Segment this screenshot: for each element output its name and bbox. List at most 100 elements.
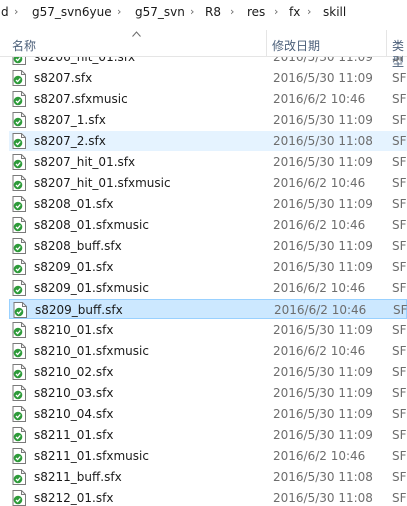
- breadcrumb-item-g57-svn6yue[interactable]: g57_svn6yue: [32, 4, 112, 20]
- file-name: s8210_02.sfx: [34, 365, 114, 379]
- sfx-file-icon: [12, 70, 26, 86]
- file-name: s8207_hit_01.sfxmusic: [34, 176, 171, 190]
- file-type: SF: [392, 386, 407, 400]
- breadcrumb-separator[interactable]: ›: [190, 4, 194, 20]
- breadcrumb-item-res[interactable]: res: [247, 4, 265, 20]
- file-row[interactable]: s8211_buff.sfx 2016/5/30 11:08 SF: [9, 467, 407, 487]
- sfx-file-icon: [12, 133, 26, 149]
- file-name: s8210_03.sfx: [34, 386, 114, 400]
- file-row[interactable]: s8207.sfxmusic 2016/6/2 10:46 SF: [9, 89, 407, 109]
- breadcrumb-item-g57-svn[interactable]: g57_svn: [135, 4, 185, 20]
- file-type: SF: [392, 218, 407, 232]
- file-name: s8212_01.sfx: [34, 491, 114, 505]
- column-divider[interactable]: [266, 30, 267, 56]
- file-type: SF: [392, 281, 407, 295]
- file-modified-date: 2016/5/30 11:08: [273, 470, 373, 484]
- sfx-file-icon: [13, 302, 27, 318]
- file-row[interactable]: s8210_03.sfx 2016/5/30 11:09 SF: [9, 383, 407, 403]
- file-modified-date: 2016/6/2 10:46: [273, 281, 366, 295]
- file-row[interactable]: s8211_01.sfxmusic 2016/6/2 10:46 SF: [9, 446, 407, 466]
- file-row[interactable]: s8207_2.sfx 2016/5/30 11:08 SF: [9, 131, 407, 151]
- file-name: s8207.sfx: [34, 71, 93, 85]
- file-modified-date: 2016/6/2 10:46: [273, 449, 366, 463]
- file-name: s8210_01.sfxmusic: [34, 344, 149, 358]
- file-modified-date: 2016/5/30 11:09: [273, 407, 373, 421]
- file-name: s8211_01.sfx: [34, 428, 114, 442]
- file-name: s8207_2.sfx: [34, 134, 106, 148]
- file-name: s8207_1.sfx: [34, 113, 106, 127]
- file-type: SF: [392, 134, 407, 148]
- file-name: s8207.sfxmusic: [34, 92, 128, 106]
- sfx-file-icon: [12, 238, 26, 254]
- file-row[interactable]: s8208_01.sfx 2016/5/30 11:09 SF: [9, 194, 407, 214]
- breadcrumb-item-fx[interactable]: fx: [289, 4, 300, 20]
- file-row[interactable]: s8207_hit_01.sfx 2016/5/30 11:09 SF: [9, 152, 407, 172]
- file-row[interactable]: s8209_buff.sfx 2016/6/2 10:46 SF: [9, 299, 407, 319]
- sfx-file-icon: [12, 280, 26, 296]
- breadcrumb-separator[interactable]: ›: [230, 4, 234, 20]
- file-type: SF: [392, 176, 407, 190]
- name-column-header[interactable]: 名称: [12, 38, 36, 54]
- file-row[interactable]: s8210_04.sfx 2016/5/30 11:09 SF: [9, 404, 407, 424]
- file-type: SF: [392, 365, 407, 379]
- file-row[interactable]: s8207.sfx 2016/5/30 11:09 SF: [9, 68, 407, 88]
- file-row[interactable]: s8210_02.sfx 2016/5/30 11:09 SF: [9, 362, 407, 382]
- sfx-file-icon: [12, 448, 26, 464]
- file-modified-date: 2016/6/2 10:46: [274, 303, 367, 317]
- file-type: SF: [392, 428, 407, 442]
- breadcrumb-item-d[interactable]: d: [1, 4, 9, 20]
- file-row[interactable]: s8210_01.sfx 2016/5/30 11:09 SF: [9, 320, 407, 340]
- file-modified-date: 2016/5/30 11:08: [273, 491, 373, 505]
- sfx-file-icon: [12, 343, 26, 359]
- file-row[interactable]: s8211_01.sfx 2016/5/30 11:09 SF: [9, 425, 407, 445]
- file-name: s8209_01.sfx: [34, 260, 114, 274]
- sfx-file-icon: [12, 385, 26, 401]
- type-column-header[interactable]: 类型: [392, 38, 407, 69]
- sfx-file-icon: [12, 427, 26, 443]
- file-type: SF: [392, 323, 407, 337]
- file-row[interactable]: s8207_1.sfx 2016/5/30 11:09 SF: [9, 110, 407, 130]
- file-type: SF: [392, 197, 407, 211]
- file-name: s8210_04.sfx: [34, 407, 114, 421]
- file-name: s8211_01.sfxmusic: [34, 449, 149, 463]
- date-column-header[interactable]: 修改日期: [272, 38, 320, 54]
- file-row[interactable]: s8210_01.sfxmusic 2016/6/2 10:46 SF: [9, 341, 407, 361]
- breadcrumb: d › g57_svn6yue › g57_svn › R8 › res › f…: [0, 0, 407, 25]
- file-modified-date: 2016/6/2 10:46: [273, 218, 366, 232]
- sfx-file-icon: [12, 406, 26, 422]
- breadcrumb-separator[interactable]: ›: [14, 4, 18, 20]
- file-row[interactable]: s8206_hit_01.sfx 2016/5/30 11:09 SF: [9, 57, 407, 67]
- sfx-file-icon: [12, 175, 26, 191]
- file-row[interactable]: s8209_01.sfxmusic 2016/6/2 10:46 SF: [9, 278, 407, 298]
- file-row[interactable]: s8209_01.sfx 2016/5/30 11:09 SF: [9, 257, 407, 277]
- file-type: SF: [392, 449, 407, 463]
- file-row[interactable]: s8212_01.sfx 2016/5/30 11:08 SF: [9, 488, 407, 506]
- file-row[interactable]: s8208_01.sfxmusic 2016/6/2 10:46 SF: [9, 215, 407, 235]
- file-modified-date: 2016/6/2 10:46: [273, 344, 366, 358]
- file-type: SF: [392, 57, 407, 64]
- sfx-file-icon: [12, 469, 26, 485]
- sfx-file-icon: [12, 196, 26, 212]
- column-divider[interactable]: [386, 30, 387, 56]
- file-modified-date: 2016/6/2 10:46: [273, 92, 366, 106]
- sort-ascending-icon: [132, 30, 141, 40]
- breadcrumb-separator[interactable]: ›: [117, 4, 121, 20]
- file-modified-date: 2016/5/30 11:09: [273, 57, 373, 64]
- breadcrumb-item-skill[interactable]: skill: [323, 4, 346, 20]
- sfx-file-icon: [12, 364, 26, 380]
- file-modified-date: 2016/5/30 11:08: [273, 134, 373, 148]
- breadcrumb-separator[interactable]: ›: [274, 4, 278, 20]
- file-name: s8207_hit_01.sfx: [34, 155, 136, 169]
- file-type: SF: [392, 113, 407, 127]
- breadcrumb-item-r8[interactable]: R8: [205, 4, 221, 20]
- breadcrumb-separator[interactable]: ›: [307, 4, 311, 20]
- file-type: SF: [392, 344, 407, 358]
- file-type: SF: [392, 407, 407, 421]
- sfx-file-icon: [12, 217, 26, 233]
- sfx-file-icon: [12, 91, 26, 107]
- sfx-file-icon: [12, 322, 26, 338]
- file-row[interactable]: s8208_buff.sfx 2016/5/30 11:09 SF: [9, 236, 407, 256]
- file-modified-date: 2016/5/30 11:09: [273, 365, 373, 379]
- file-row[interactable]: s8207_hit_01.sfxmusic 2016/6/2 10:46 SF: [9, 173, 407, 193]
- sfx-file-icon: [12, 490, 26, 506]
